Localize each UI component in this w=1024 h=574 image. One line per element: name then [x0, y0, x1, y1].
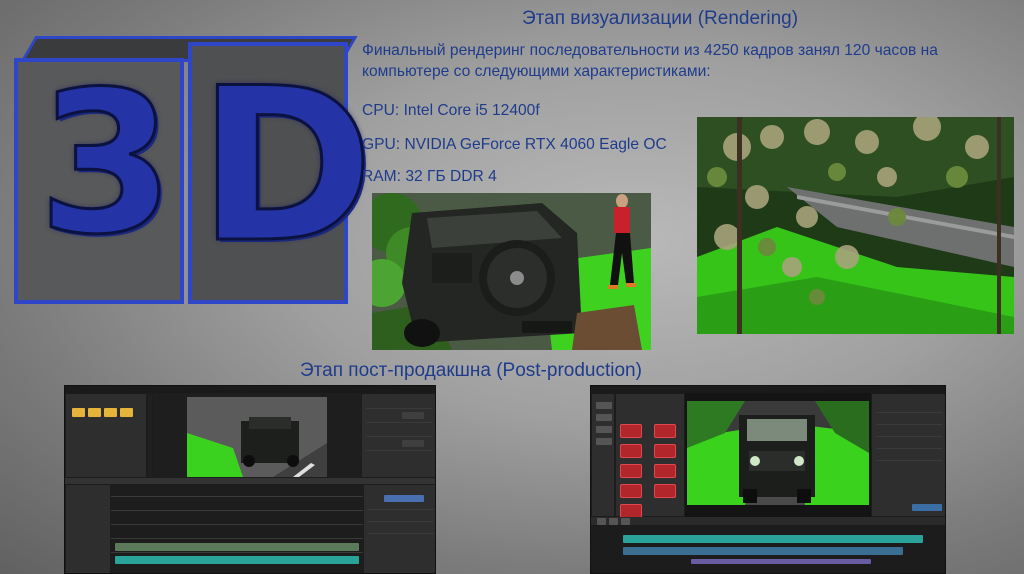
effects-grid [615, 393, 685, 518]
player-preview [685, 393, 871, 517]
file-browser-panel [65, 393, 147, 478]
sequencer-timeline[interactable] [111, 484, 363, 573]
effect-button[interactable] [654, 444, 676, 458]
spec-gpu: GPU: NVIDIA GeForce RTX 4060 Eagle OC [362, 136, 667, 153]
inspector-panel [871, 393, 945, 517]
logo-char-d: D [197, 42, 376, 289]
timeline-tracks[interactable] [591, 525, 945, 573]
effect-button[interactable] [620, 444, 642, 458]
spec-cpu: CPU: Intel Core i5 12400f [362, 102, 540, 119]
menu-bar [591, 386, 945, 393]
video-clip[interactable] [623, 535, 923, 543]
audio-clip[interactable] [115, 556, 359, 564]
video-editor-capcut [590, 385, 946, 574]
properties-panel [361, 393, 435, 478]
effect-button[interactable] [620, 484, 642, 498]
effect-button[interactable] [620, 464, 642, 478]
audio-clip[interactable] [623, 547, 903, 555]
folder-icon[interactable] [72, 408, 85, 417]
video-clip[interactable] [115, 543, 359, 551]
folder-icon[interactable] [104, 408, 117, 417]
strip-properties-panel [363, 484, 435, 573]
effect-button[interactable] [654, 484, 676, 498]
effect-button[interactable] [620, 504, 642, 518]
render-foliage-scene [697, 117, 1014, 334]
video-editor-blender [64, 385, 436, 574]
render-car-scene [372, 193, 651, 350]
rendering-title: Этап визуализации (Rendering) [522, 8, 799, 29]
effect-button[interactable] [620, 424, 642, 438]
timeline-toolbar [591, 517, 945, 525]
post-production-title: Этап пост-продакшна (Post-production) [300, 360, 642, 381]
effect-button[interactable] [654, 424, 676, 438]
spec-ram: RAM: 32 ГБ DDR 4 [362, 168, 497, 185]
folder-icon[interactable] [120, 408, 133, 417]
audio-clip[interactable] [691, 559, 871, 564]
3d-logo: 3 D [8, 36, 375, 310]
rendering-description: Финальный рендеринг последовательности и… [362, 42, 938, 80]
export-button[interactable] [912, 504, 942, 511]
logo-char-3: 3 [36, 50, 175, 278]
menu-bar [65, 386, 435, 393]
channel-list [65, 484, 111, 573]
preview-area [153, 393, 361, 478]
media-sidebar [591, 393, 615, 517]
effect-button[interactable] [654, 464, 676, 478]
folder-icon[interactable] [88, 408, 101, 417]
